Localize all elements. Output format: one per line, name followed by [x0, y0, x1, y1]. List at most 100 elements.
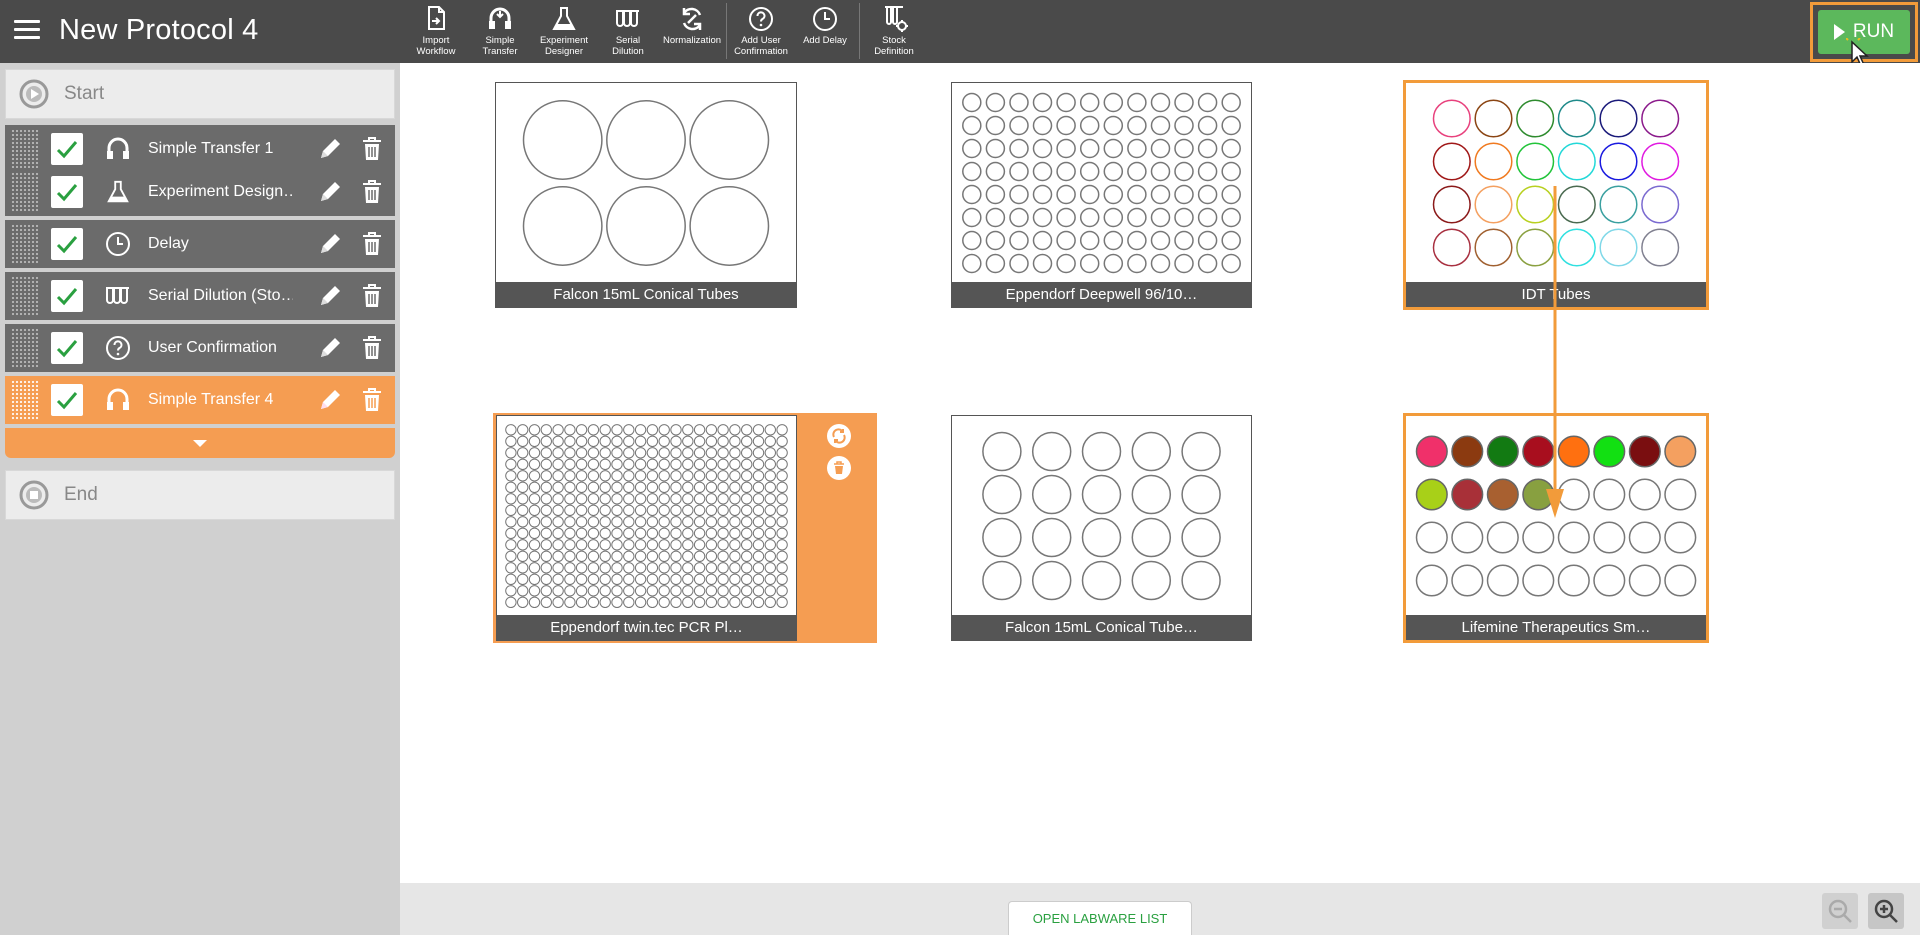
well[interactable] [587, 435, 600, 447]
well[interactable] [1181, 474, 1221, 515]
pencil-icon[interactable] [317, 283, 343, 309]
well[interactable] [962, 207, 982, 228]
well[interactable] [528, 539, 541, 551]
well[interactable] [1031, 560, 1072, 601]
well[interactable] [693, 585, 706, 597]
well[interactable] [517, 585, 529, 597]
well[interactable] [646, 481, 659, 494]
well[interactable] [658, 527, 670, 540]
well[interactable] [1009, 230, 1029, 251]
well[interactable] [1197, 138, 1218, 159]
well[interactable] [1557, 142, 1596, 181]
well[interactable] [1103, 115, 1124, 136]
well[interactable] [528, 527, 541, 540]
well[interactable] [689, 100, 770, 180]
well[interactable] [587, 585, 600, 597]
well[interactable] [1032, 115, 1053, 136]
well[interactable] [705, 504, 718, 517]
well[interactable] [670, 539, 682, 551]
well[interactable] [1181, 517, 1221, 558]
well[interactable] [634, 470, 647, 482]
step-row[interactable]: Delay [5, 220, 395, 268]
well[interactable] [528, 550, 541, 563]
well[interactable] [575, 435, 588, 447]
well[interactable] [505, 424, 517, 436]
well[interactable] [982, 517, 1022, 558]
well[interactable] [705, 585, 718, 597]
well[interactable] [623, 470, 635, 482]
well[interactable] [505, 585, 517, 597]
well[interactable] [540, 527, 552, 540]
well[interactable] [599, 481, 611, 494]
well[interactable] [985, 184, 1006, 205]
well[interactable] [564, 573, 576, 586]
well[interactable] [564, 539, 576, 551]
well[interactable] [623, 504, 635, 517]
well[interactable] [764, 562, 776, 574]
well[interactable] [682, 585, 694, 597]
well[interactable] [1103, 253, 1124, 274]
well[interactable] [1056, 253, 1076, 274]
well[interactable] [540, 424, 552, 436]
well[interactable] [729, 458, 741, 470]
well[interactable] [1127, 230, 1147, 251]
well[interactable] [764, 435, 776, 447]
well[interactable] [1557, 228, 1596, 267]
well[interactable] [985, 230, 1006, 251]
well[interactable] [962, 230, 982, 251]
zoom-out-button[interactable] [1822, 893, 1858, 929]
well[interactable] [517, 527, 529, 540]
well[interactable] [646, 585, 659, 597]
well[interactable] [693, 458, 706, 470]
well[interactable] [623, 562, 635, 574]
well[interactable] [599, 573, 611, 586]
well[interactable] [505, 550, 517, 563]
well[interactable] [717, 539, 729, 551]
well[interactable] [1032, 253, 1053, 274]
well[interactable] [599, 458, 611, 470]
well[interactable] [705, 424, 718, 436]
well[interactable] [1664, 478, 1697, 511]
well[interactable] [575, 447, 588, 459]
well[interactable] [634, 550, 647, 563]
well[interactable] [528, 458, 541, 470]
well[interactable] [528, 562, 541, 574]
well[interactable] [1032, 207, 1053, 228]
well[interactable] [776, 585, 788, 597]
well[interactable] [1664, 521, 1697, 554]
well[interactable] [1599, 185, 1638, 224]
well[interactable] [1009, 207, 1029, 228]
pencil-icon[interactable] [317, 136, 343, 162]
well[interactable] [1081, 431, 1122, 472]
well[interactable] [682, 493, 694, 505]
experiment-designer-button[interactable]: Experiment Designer [532, 0, 596, 63]
well[interactable] [1150, 92, 1171, 113]
well[interactable] [682, 447, 694, 459]
step-checkbox[interactable] [51, 228, 83, 260]
well[interactable] [717, 562, 729, 574]
well[interactable] [646, 527, 659, 540]
well[interactable] [776, 527, 788, 540]
pencil-icon[interactable] [317, 387, 343, 413]
well[interactable] [623, 424, 635, 436]
well[interactable] [985, 92, 1006, 113]
well[interactable] [599, 562, 611, 574]
well[interactable] [693, 562, 706, 574]
well[interactable] [634, 435, 647, 447]
well[interactable] [646, 562, 659, 574]
well[interactable] [1474, 99, 1513, 138]
well[interactable] [1628, 435, 1661, 468]
well[interactable] [982, 560, 1022, 601]
well[interactable] [717, 493, 729, 505]
well[interactable] [729, 504, 741, 517]
well[interactable] [505, 435, 517, 447]
well[interactable] [564, 596, 576, 609]
well[interactable] [528, 504, 541, 517]
well[interactable] [623, 481, 635, 494]
well[interactable] [1150, 138, 1171, 159]
well[interactable] [1516, 99, 1555, 138]
well[interactable] [634, 527, 647, 540]
well[interactable] [564, 562, 576, 574]
well[interactable] [1103, 230, 1124, 251]
well[interactable] [587, 527, 600, 540]
